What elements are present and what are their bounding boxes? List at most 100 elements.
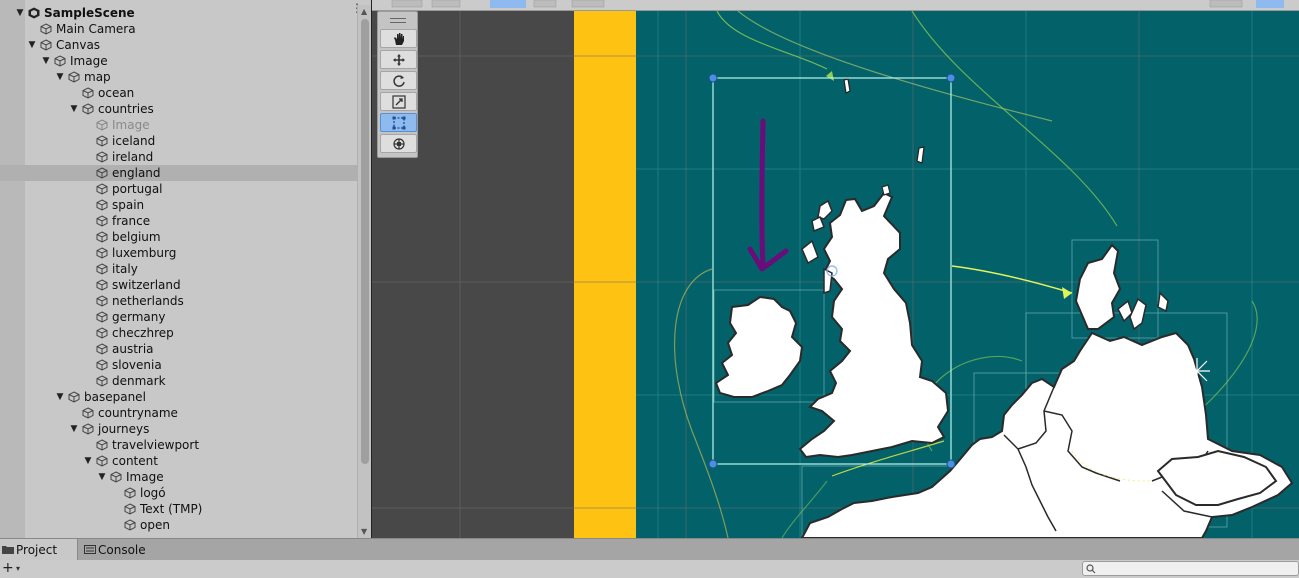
hierarchy-item[interactable]: iceland	[0, 133, 357, 149]
hand-icon	[393, 32, 404, 45]
hierarchy-item[interactable]: ▼ Image	[0, 469, 357, 485]
hierarchy-item-label: content	[112, 454, 158, 468]
move-tool-button[interactable]	[380, 50, 417, 69]
expand-toggle-icon[interactable]: ▼	[96, 469, 108, 485]
hierarchy-item-label: basepanel	[84, 390, 146, 404]
hierarchy-item[interactable]: Main Camera	[0, 21, 357, 37]
expand-toggle-icon[interactable]: ▼	[82, 453, 94, 469]
hierarchy-panel: ▼ SampleScene Main Camera ▼ Canvas ▼ Image ▼ map…	[0, 0, 371, 538]
expand-toggle-icon[interactable]: ▼	[54, 69, 66, 85]
hand-tool-button[interactable]	[380, 29, 417, 48]
scrollbar-thumb[interactable]	[361, 19, 369, 464]
scale-icon	[391, 94, 406, 109]
hierarchy-item[interactable]: slovenia	[0, 357, 357, 373]
hierarchy-item[interactable]: netherlands	[0, 293, 357, 309]
gameobject-icon	[96, 311, 108, 323]
hierarchy-item-label: Text (TMP)	[140, 502, 203, 516]
gameobject-icon	[96, 231, 108, 243]
gameobject-icon	[82, 423, 94, 435]
hierarchy-item-label: journeys	[98, 422, 150, 436]
hierarchy-item[interactable]: logó	[0, 485, 357, 501]
gameobject-icon	[110, 471, 122, 483]
tab-project[interactable]: Project	[0, 539, 78, 561]
hierarchy-item-label: france	[112, 214, 151, 228]
hierarchy-item[interactable]: denmark	[0, 373, 357, 389]
scene-toolbar-icons	[391, 0, 1284, 8]
expand-toggle-icon[interactable]: ▼	[26, 37, 38, 53]
hierarchy-scrollbar[interactable]: ▲ ▼	[357, 5, 371, 538]
add-asset-button[interactable]: +	[2, 560, 14, 576]
hierarchy-item[interactable]: switzerland	[0, 277, 357, 293]
hierarchy-item-label: germany	[112, 310, 166, 324]
gameobject-icon	[96, 327, 108, 339]
hierarchy-item[interactable]: ireland	[0, 149, 357, 165]
gameobject-icon	[96, 167, 108, 179]
expand-toggle-icon[interactable]: ▼	[14, 5, 26, 21]
hierarchy-item[interactable]: luxemburg	[0, 245, 357, 261]
hierarchy-item-label: Image	[126, 470, 164, 484]
hierarchy-item[interactable]: belgium	[0, 229, 357, 245]
hierarchy-item[interactable]: ocean	[0, 85, 357, 101]
hierarchy-item[interactable]: Text (TMP)	[0, 501, 357, 517]
hierarchy-item-label: denmark	[112, 374, 166, 388]
tab-console-label: Console	[98, 543, 146, 557]
pivot-icon[interactable]	[1184, 358, 1210, 384]
hierarchy-item-label: checzhrep	[112, 326, 174, 340]
hierarchy-item-label: open	[140, 518, 170, 532]
hierarchy-item[interactable]: italy	[0, 261, 357, 277]
gameobject-icon	[96, 135, 108, 147]
hierarchy-item-label: Image	[112, 118, 150, 132]
expand-toggle-icon[interactable]: ▼	[68, 101, 80, 117]
hierarchy-item[interactable]: germany	[0, 309, 357, 325]
transform-tool-button[interactable]	[380, 134, 417, 153]
hierarchy-item-label: spain	[112, 198, 145, 212]
rotate-tool-button[interactable]	[380, 71, 417, 90]
hierarchy-item[interactable]: travelviewport	[0, 437, 357, 453]
hierarchy-item[interactable]: countryname	[0, 405, 357, 421]
rect-tool-button[interactable]	[380, 113, 417, 132]
expand-toggle-icon[interactable]: ▼	[40, 53, 52, 69]
move-icon	[392, 53, 405, 66]
scene-row[interactable]: ▼ SampleScene	[0, 5, 357, 21]
hierarchy-item[interactable]: france	[0, 213, 357, 229]
gameobject-icon	[124, 487, 136, 499]
tab-console[interactable]: Console	[82, 539, 162, 561]
hierarchy-item-label: switzerland	[112, 278, 181, 292]
hierarchy-item[interactable]: austria	[0, 341, 357, 357]
gameobject-icon	[96, 359, 108, 371]
scene-canvas[interactable]	[372, 11, 1299, 538]
hierarchy-item[interactable]: portugal	[0, 181, 357, 197]
project-search-input[interactable]	[1082, 561, 1299, 576]
gameobject-icon	[96, 215, 108, 227]
palette-grip[interactable]	[390, 18, 406, 23]
hierarchy-item[interactable]: ▼ map	[0, 69, 357, 85]
scale-tool-button[interactable]	[380, 92, 417, 111]
hierarchy-item[interactable]: ▼ content	[0, 453, 357, 469]
gameobject-icon	[82, 407, 94, 419]
hierarchy-item[interactable]: ▼ basepanel	[0, 389, 357, 405]
hierarchy-item[interactable]: Image	[0, 117, 357, 133]
hierarchy-item-label: map	[84, 70, 111, 84]
gameobject-icon	[68, 71, 80, 83]
hierarchy-item[interactable]: ▼ Canvas	[0, 37, 357, 53]
chevron-down-icon[interactable]: ▾	[16, 564, 20, 573]
scroll-down-icon[interactable]: ▼	[361, 527, 367, 536]
hierarchy-item[interactable]: checzhrep	[0, 325, 357, 341]
hierarchy-item[interactable]: spain	[0, 197, 357, 213]
hierarchy-item-label: Canvas	[56, 38, 101, 52]
gameobject-icon	[96, 119, 108, 131]
gameobject-icon	[124, 503, 136, 515]
hierarchy-item[interactable]: ▼ countries	[0, 101, 357, 117]
expand-toggle-icon[interactable]: ▼	[68, 421, 80, 437]
hierarchy-item[interactable]: open	[0, 517, 357, 533]
scene-view[interactable]	[371, 0, 1299, 538]
expand-toggle-icon[interactable]: ▼	[54, 389, 66, 405]
hierarchy-item-label: ireland	[112, 150, 154, 164]
scroll-up-icon[interactable]: ▲	[361, 7, 367, 16]
hierarchy-item[interactable]: england	[0, 165, 357, 181]
hierarchy-item[interactable]: ▼ journeys	[0, 421, 357, 437]
hierarchy-tree: ▼ SampleScene Main Camera ▼ Canvas ▼ Image ▼ map…	[0, 5, 357, 533]
tab-project-label: Project	[16, 543, 58, 557]
unity-scene-icon	[28, 7, 40, 19]
hierarchy-item[interactable]: ▼ Image	[0, 53, 357, 69]
